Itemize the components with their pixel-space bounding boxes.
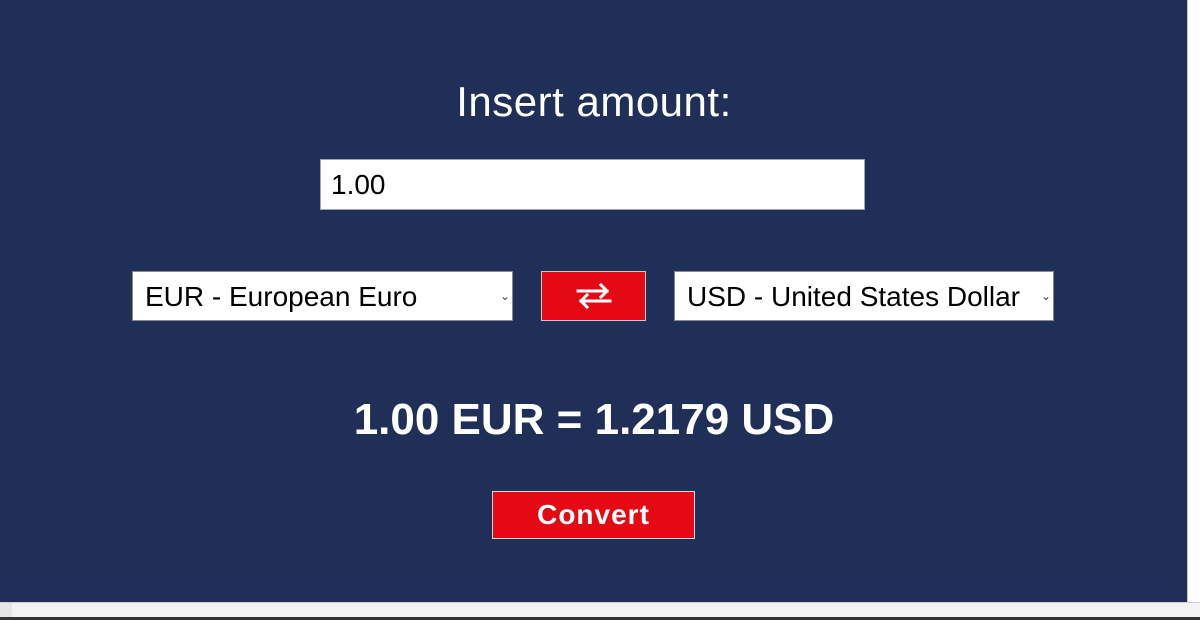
amount-input[interactable] (320, 159, 865, 210)
horizontal-scrollbar[interactable] (0, 602, 1200, 620)
to-currency-select[interactable]: USD - United States Dollar ⌄ (674, 271, 1054, 321)
convert-button[interactable]: Convert (492, 491, 695, 539)
conversion-result: 1.00 EUR = 1.2179 USD (353, 395, 835, 444)
from-currency-value: EUR - European Euro (145, 281, 418, 312)
swap-arrows-icon (576, 283, 611, 309)
from-currency-select[interactable]: EUR - European Euro ⌄ (132, 271, 513, 321)
to-currency-value: USD - United States Dollar (687, 281, 1021, 312)
chevron-down-icon: ⌄ (1039, 272, 1053, 320)
swap-currencies-button[interactable] (541, 271, 646, 321)
chevron-down-icon: ⌄ (498, 272, 512, 320)
currency-converter-app: Insert amount: EUR - European Euro ⌄ USD… (0, 0, 1200, 620)
scrollbar-thumb[interactable] (12, 603, 1200, 617)
page-title: Insert amount: (456, 78, 732, 125)
scrollbar-track[interactable] (1187, 0, 1200, 603)
